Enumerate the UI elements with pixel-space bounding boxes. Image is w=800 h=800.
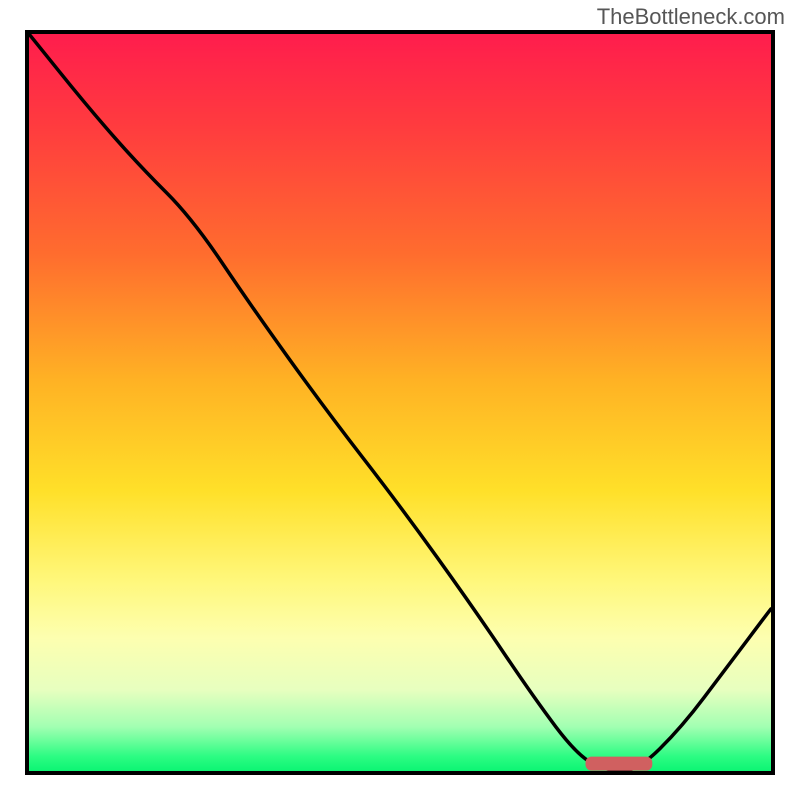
- optimal-marker: [586, 757, 653, 771]
- attribution-label: TheBottleneck.com: [597, 4, 785, 30]
- bottleneck-curve: [29, 34, 771, 771]
- plot-area: [25, 30, 775, 775]
- chart-overlay: [29, 34, 771, 771]
- chart-container: TheBottleneck.com: [0, 0, 800, 800]
